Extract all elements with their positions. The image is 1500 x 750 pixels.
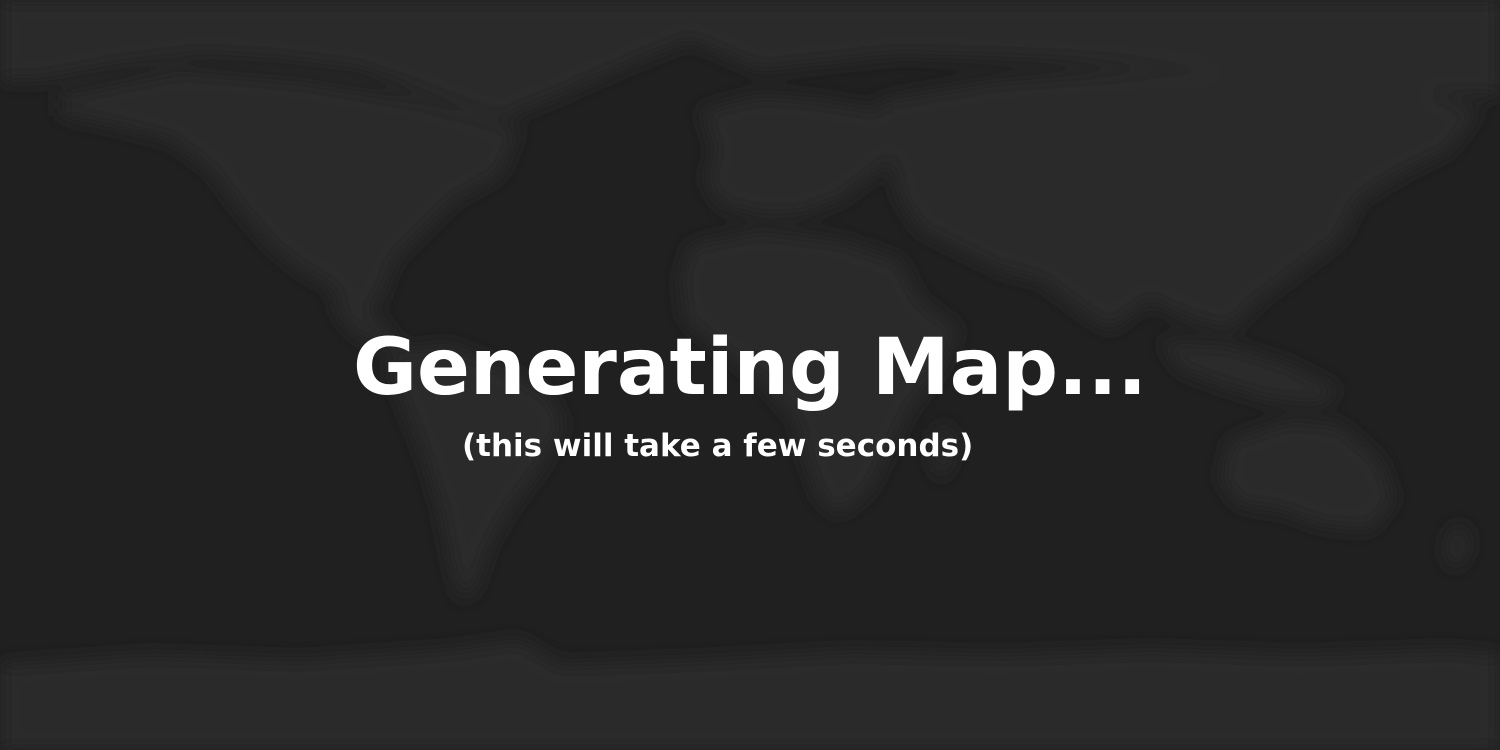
loading-overlay: Generating Map... (this will take a few … [0,0,1500,750]
loading-title: Generating Map... [353,323,1147,413]
loading-subtitle: (this will take a few seconds) [462,428,974,464]
map-loading-screen: Generating Map... (this will take a few … [0,0,1500,750]
